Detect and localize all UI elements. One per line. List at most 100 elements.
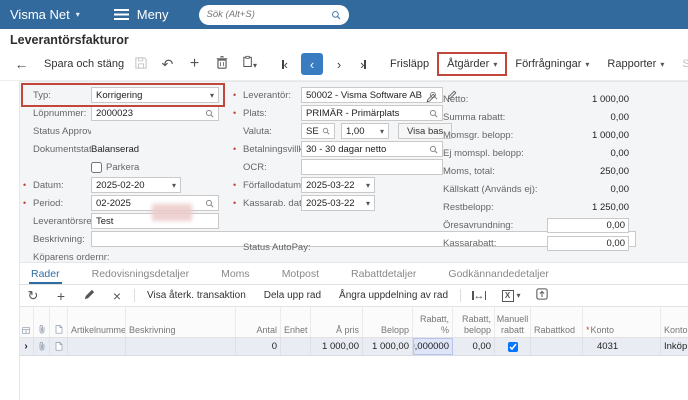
column-header-enhet[interactable]: Enhet: [281, 307, 311, 337]
search-icon[interactable]: [331, 9, 341, 21]
parkera-checkbox[interactable]: [91, 161, 102, 173]
cell-enhet[interactable]: [281, 338, 311, 355]
cell-manuell-rabatt-checkbox[interactable]: [507, 341, 518, 352]
forfallodatum-datepicker[interactable]: 2025-03-22 ▾: [301, 177, 375, 193]
go-next-button[interactable]: ›: [327, 57, 351, 72]
cell-antal[interactable]: 0: [236, 338, 281, 355]
undo-button[interactable]: ↶: [154, 54, 181, 74]
go-last-button[interactable]: ›: [351, 57, 375, 72]
lookup-icon[interactable]: [429, 145, 438, 154]
go-first-button[interactable]: ‹: [273, 57, 297, 72]
chevron-down-icon[interactable]: ▾: [493, 60, 497, 69]
chevron-down-icon[interactable]: ▾: [366, 199, 370, 208]
excel-icon[interactable]: X: [501, 289, 514, 302]
visma-net-window: Visma Net ▾ Meny Leverantörsfakturor ← S…: [0, 0, 688, 400]
lopnummer-input[interactable]: 2000023: [91, 105, 219, 121]
required-bullet: •: [233, 198, 237, 208]
lookup-icon[interactable]: [205, 199, 214, 208]
column-header-rabatt-belopp[interactable]: Rabatt, belopp: [453, 307, 495, 337]
column-header-antal[interactable]: Antal: [236, 307, 281, 337]
column-header-artikelnummer[interactable]: Artikelnummer: [68, 307, 126, 337]
tab-redovisningsdetaljer[interactable]: Redovisningsdetaljer: [90, 268, 191, 284]
rows-grid: Artikelnummer Beskrivning Antal Enhet Å …: [19, 306, 688, 356]
plats-input[interactable]: PRIMÄR - Primärplats: [301, 105, 443, 121]
chevron-down-icon[interactable]: ▾: [253, 61, 257, 70]
chevron-down-icon[interactable]: ▾: [380, 127, 384, 136]
fit-width-button[interactable]: ↔: [464, 290, 494, 302]
valuta-rate-select[interactable]: 1,00 ▾: [341, 123, 389, 139]
lookup-icon[interactable]: [429, 109, 438, 118]
column-header-rabattkod[interactable]: Rabattkod: [531, 307, 583, 337]
search-input[interactable]: [206, 9, 331, 20]
inquiries-dropdown-button[interactable]: Förfrågningar ▾: [506, 58, 598, 70]
add-record-button[interactable]: +: [181, 54, 208, 74]
cell-rabattkod[interactable]: [531, 338, 583, 355]
chevron-down-icon[interactable]: ▾: [585, 60, 589, 69]
add-row-button[interactable]: +: [47, 288, 75, 304]
column-header-belopp[interactable]: Belopp: [363, 307, 413, 337]
column-header-manuell-rabatt[interactable]: Manuell rabatt: [495, 307, 531, 337]
tab-rader[interactable]: Rader: [29, 268, 62, 284]
actions-dropdown-button[interactable]: Åtgärder ▾: [438, 58, 506, 70]
chevron-down-icon[interactable]: ▾: [172, 181, 176, 190]
column-header-a-pris[interactable]: Å pris: [311, 307, 363, 337]
leverantor-input[interactable]: 50002 - Visma Software AB: [301, 87, 443, 103]
delete-record-button[interactable]: [208, 54, 235, 74]
export-excel-button[interactable]: X ▾: [494, 289, 528, 302]
column-header-kontobeskrivning[interactable]: Kontobeskrivning: [661, 307, 688, 337]
reports-dropdown-button[interactable]: Rapporter ▾: [598, 58, 673, 70]
edit-pencil-icon[interactable]: [426, 93, 436, 103]
cell-beskrivning[interactable]: [126, 338, 236, 355]
cell-kontobeskrivning[interactable]: Inköp, inl: [661, 338, 688, 355]
go-previous-button[interactable]: ‹: [301, 53, 323, 75]
grid-data-row[interactable]: › 0 1 000,00 1 000,00 0,000000 0,00 4031…: [19, 338, 688, 356]
chevron-down-icon[interactable]: ▾: [210, 91, 214, 100]
undo-row-split-button[interactable]: Ångra uppdelning av rad: [330, 290, 457, 301]
row-paperclip-icon[interactable]: [34, 338, 50, 355]
total-momsgr-belopp: Momsgr. belopp: 1 000,00: [443, 126, 629, 144]
cell-rabatt-pct-selected[interactable]: 0,000000: [413, 338, 453, 355]
column-header-rabatt-pct[interactable]: Rabatt, %: [413, 307, 453, 337]
oresavrundning-input[interactable]: 0,00: [547, 217, 629, 233]
betalningsvillkor-input[interactable]: 30 - 30 dagar netto: [301, 141, 443, 157]
tab-moms[interactable]: Moms: [219, 268, 252, 284]
tab-rabattdetaljer[interactable]: Rabattdetaljer: [349, 268, 418, 284]
back-button[interactable]: ←: [8, 54, 35, 74]
moms-total-label: Moms, total:: [443, 165, 495, 177]
copy-paste-button[interactable]: ▾: [235, 53, 265, 76]
kassarab-datum-datepicker[interactable]: 2025-03-22 ▾: [301, 195, 375, 211]
cell-konto[interactable]: 4031: [583, 338, 661, 355]
brand-menu[interactable]: Visma Net ▾: [10, 7, 80, 22]
top-navigation-bar: Visma Net ▾ Meny: [0, 0, 688, 29]
lookup-icon[interactable]: [322, 127, 330, 135]
column-header-konto[interactable]: * Konto: [583, 307, 661, 337]
valuta-currency-input[interactable]: SEK: [301, 123, 335, 139]
release-button[interactable]: Frisläpp: [381, 58, 438, 70]
grid-settings-icon[interactable]: [19, 307, 34, 337]
delete-row-button[interactable]: ×: [103, 288, 131, 304]
chevron-down-icon[interactable]: ▾: [517, 291, 521, 300]
split-row-button[interactable]: Dela upp rad: [255, 290, 330, 301]
tab-godkannandedetaljer[interactable]: Godkännandedetaljer: [446, 268, 550, 284]
chevron-down-icon[interactable]: ▾: [366, 181, 370, 190]
cell-a-pris[interactable]: 1 000,00: [311, 338, 363, 355]
kassarabatt-input[interactable]: 0,00: [547, 235, 629, 251]
column-header-beskrivning[interactable]: Beskrivning: [126, 307, 236, 337]
upload-attachment-button[interactable]: [528, 288, 556, 303]
cell-rabatt-belopp[interactable]: 0,00: [453, 338, 495, 355]
main-menu-button[interactable]: Meny: [113, 7, 169, 22]
row-note-icon[interactable]: [50, 338, 68, 355]
chevron-down-icon[interactable]: ▾: [660, 60, 664, 69]
total-restbelopp: Restbelopp: 1 250,00: [443, 198, 629, 216]
lookup-icon[interactable]: [205, 109, 214, 118]
typ-select[interactable]: Korrigering ▾: [91, 87, 219, 103]
ocr-input[interactable]: [301, 159, 443, 175]
show-reversing-transaction-button[interactable]: Visa återk. transaktion: [138, 290, 255, 301]
tab-motpost[interactable]: Motpost: [280, 268, 321, 284]
cell-artikelnummer[interactable]: [68, 338, 126, 355]
cell-belopp[interactable]: 1 000,00: [363, 338, 413, 355]
datum-datepicker[interactable]: 2025-02-20 ▾: [91, 177, 181, 193]
global-search[interactable]: [198, 4, 349, 25]
refresh-button[interactable]: ↻: [19, 288, 47, 304]
edit-row-button[interactable]: [75, 288, 103, 303]
